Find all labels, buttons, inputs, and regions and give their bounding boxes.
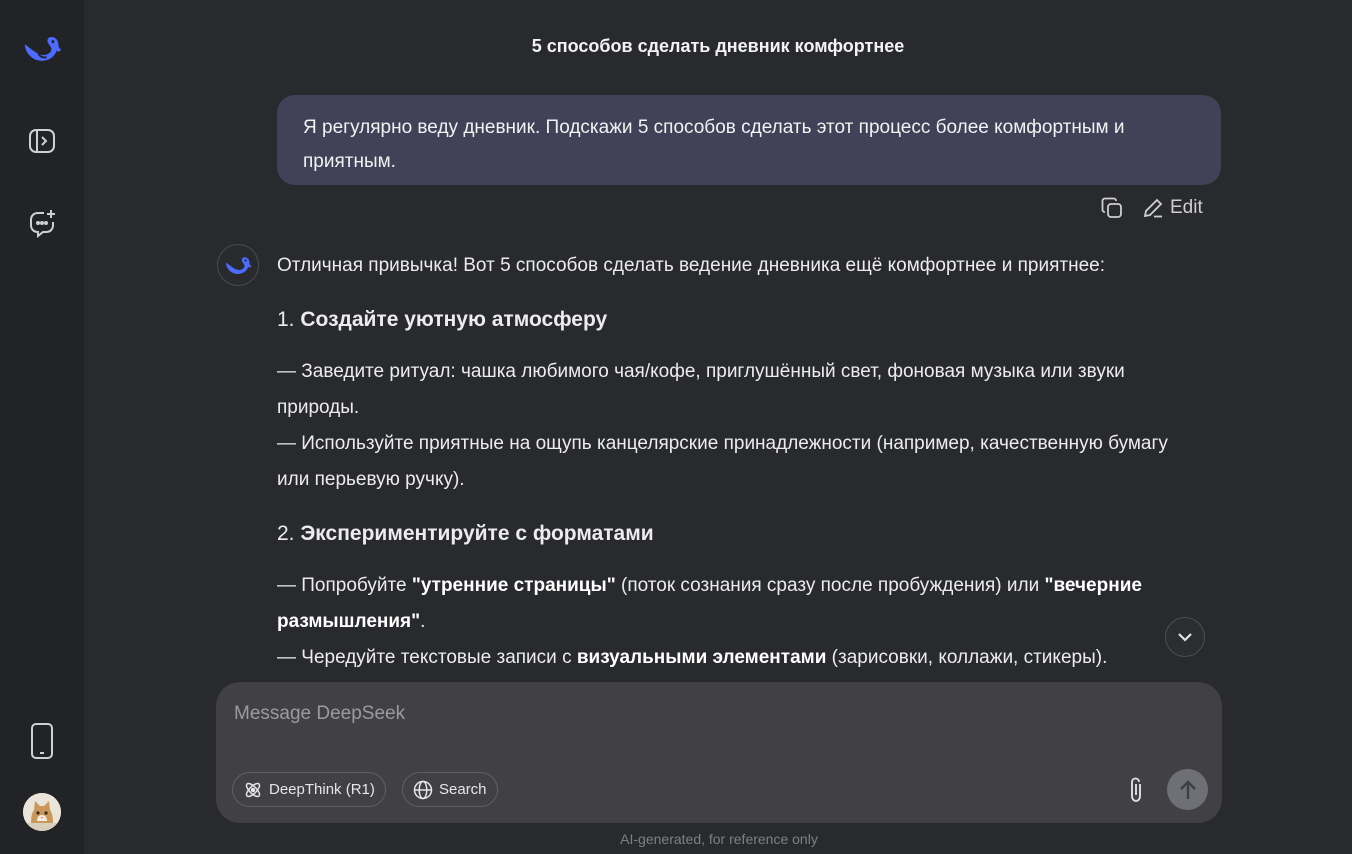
avatar[interactable] bbox=[23, 793, 61, 831]
open-sidebar-icon bbox=[29, 129, 55, 153]
chevron-down-icon bbox=[1178, 633, 1192, 642]
section-line: — Чередуйте текстовые записи с визуальны… bbox=[277, 640, 1197, 676]
section-body: — Попробуйте "утренние страницы" (поток … bbox=[277, 568, 1197, 676]
answer-intro: Отличная привычка! Вот 5 способов сделат… bbox=[277, 255, 1105, 276]
bold-text: визуальными элементами bbox=[576, 647, 827, 668]
pencil-icon bbox=[1143, 198, 1163, 218]
text-run: . bbox=[420, 611, 426, 632]
globe-icon bbox=[413, 780, 433, 799]
section-body: — Заведите ритуал: чашка любимого чая/ко… bbox=[277, 354, 1197, 498]
text-run: (поток сознания сразу после пробуждения)… bbox=[615, 575, 1045, 596]
text-run: — Попробуйте bbox=[277, 575, 412, 596]
copy-icon bbox=[1101, 197, 1122, 218]
section-line: — Заведите ритуал: чашка любимого чая/ко… bbox=[277, 361, 1125, 418]
open-sidebar-button[interactable] bbox=[22, 121, 62, 161]
deepseek-whale-icon bbox=[24, 36, 62, 61]
text-run: — Чередуйте текстовые записи с bbox=[277, 647, 577, 668]
deepseek-logo[interactable] bbox=[22, 28, 62, 68]
search-toggle[interactable]: Search bbox=[402, 772, 498, 807]
send-button[interactable] bbox=[1167, 769, 1208, 810]
section-number: 2. bbox=[277, 522, 295, 545]
message-input[interactable] bbox=[234, 700, 1134, 728]
deepthink-label: DeepThink (R1) bbox=[269, 781, 375, 798]
section-heading: 2. Экспериментируйте с форматами bbox=[277, 516, 1197, 552]
new-chat-button[interactable] bbox=[22, 203, 62, 243]
deepthink-toggle[interactable]: DeepThink (R1) bbox=[232, 772, 386, 807]
section-title: Экспериментируйте с форматами bbox=[300, 522, 654, 545]
section-line: — Используйте приятные на ощупь канцеляр… bbox=[277, 433, 1168, 490]
section-title: Создайте уютную атмосферу bbox=[300, 308, 608, 331]
bold-text: "утренние страницы" bbox=[411, 575, 616, 596]
assistant-avatar bbox=[217, 244, 259, 286]
assistant-message: Отличная привычка! Вот 5 способов сделат… bbox=[277, 248, 1197, 680]
user-message: Я регулярно веду дневник. Подскажи 5 спо… bbox=[277, 95, 1221, 185]
mobile-app-button[interactable] bbox=[22, 721, 62, 761]
atom-icon bbox=[245, 782, 261, 797]
arrow-up-icon bbox=[1179, 779, 1196, 799]
message-actions: Edit bbox=[1100, 194, 1203, 222]
new-chat-icon bbox=[30, 210, 55, 238]
section-heading: 1. Создайте уютную атмосферу bbox=[277, 302, 1197, 338]
edit-button[interactable]: Edit bbox=[1142, 197, 1203, 219]
scroll-to-bottom-button[interactable] bbox=[1165, 617, 1205, 657]
message-composer: DeepThink (R1) Search bbox=[216, 682, 1222, 823]
copy-button[interactable] bbox=[1100, 196, 1124, 220]
attach-button[interactable] bbox=[1121, 774, 1151, 806]
sidebar bbox=[0, 0, 84, 854]
section-line: — Попробуйте "утренние страницы" (поток … bbox=[277, 568, 1197, 640]
page-title: 5 способов сделать дневник комфортнее bbox=[531, 36, 905, 56]
disclaimer: AI-generated, for reference only bbox=[620, 831, 818, 847]
section-number: 1. bbox=[277, 308, 295, 331]
search-label: Search bbox=[439, 781, 487, 798]
user-avatar-cat bbox=[23, 793, 61, 831]
deepseek-whale-icon bbox=[225, 257, 252, 274]
paperclip-icon bbox=[1131, 777, 1141, 803]
mobile-app-icon bbox=[31, 723, 53, 759]
text-run: (зарисовки, коллажи, стикеры). bbox=[826, 647, 1108, 668]
edit-label: Edit bbox=[1170, 197, 1203, 218]
